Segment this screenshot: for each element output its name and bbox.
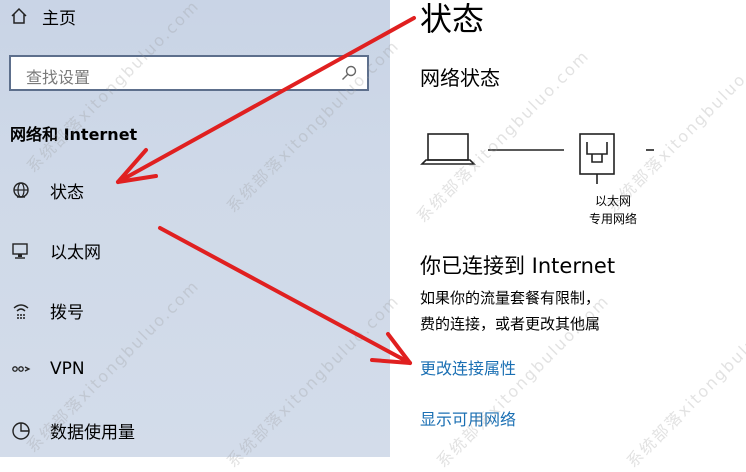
sidebar-item-ethernet[interactable]: 以太网: [10, 238, 101, 263]
sidebar-item-label: 数据使用量: [50, 423, 135, 443]
change-connection-properties-link[interactable]: 更改连接属性: [420, 355, 516, 379]
sidebar-item-label: 拨号: [50, 303, 84, 323]
connected-heading: 你已连接到 Internet: [420, 254, 616, 278]
search-box[interactable]: 查找设置: [9, 55, 369, 91]
page-title: 状态: [420, 0, 485, 38]
sidebar-item-status[interactable]: 状态: [10, 178, 84, 203]
sidebar-item-data-usage[interactable]: 数据使用量: [10, 418, 135, 443]
ethernet-label: 以太网 专用网络: [570, 192, 656, 228]
home-icon: [11, 7, 27, 24]
status-page: 状态 网络状态 以太网 专用网络 你已连接到 Internet 如果你的流量套餐…: [390, 0, 746, 457]
network-diagram: [420, 133, 746, 184]
home-label: 主页: [42, 8, 76, 29]
ethernet-icon: [10, 240, 32, 262]
vpn-icon: [10, 358, 32, 380]
dialup-icon: [10, 300, 32, 322]
description-line: 如果你的流量套餐有限制，: [420, 289, 601, 307]
sidebar-item-label: VPN: [50, 359, 85, 379]
home-nav-item[interactable]: 主页: [10, 5, 76, 29]
description-line: 费的连接，或者更改其他属: [420, 315, 601, 333]
search-icon: [342, 65, 357, 80]
show-available-networks-link[interactable]: 显示可用网络: [420, 406, 516, 430]
network-type: 专用网络: [588, 212, 637, 226]
sidebar-item-label: 以太网: [50, 243, 101, 263]
sidebar-item-vpn[interactable]: VPN: [10, 358, 85, 380]
computer-icon: [420, 133, 476, 165]
ethernet-adapter-icon: [579, 133, 615, 184]
data-usage-icon: [10, 420, 32, 442]
sidebar-item-dialup[interactable]: 拨号: [10, 298, 84, 323]
connection-description: 如果你的流量套餐有限制， 费的连接，或者更改其他属: [420, 285, 746, 337]
section-title: 网络和 Internet: [10, 125, 138, 144]
ethernet-name: 以太网: [594, 194, 631, 208]
settings-sidebar: 主页 查找设置 网络和 Internet 状态 以太网 拨号 VPN 数据使用量: [0, 0, 390, 457]
search-input[interactable]: 查找设置: [26, 64, 90, 88]
sidebar-item-label: 状态: [50, 183, 84, 203]
network-status-heading: 网络状态: [420, 66, 500, 90]
globe-icon: [10, 180, 32, 202]
